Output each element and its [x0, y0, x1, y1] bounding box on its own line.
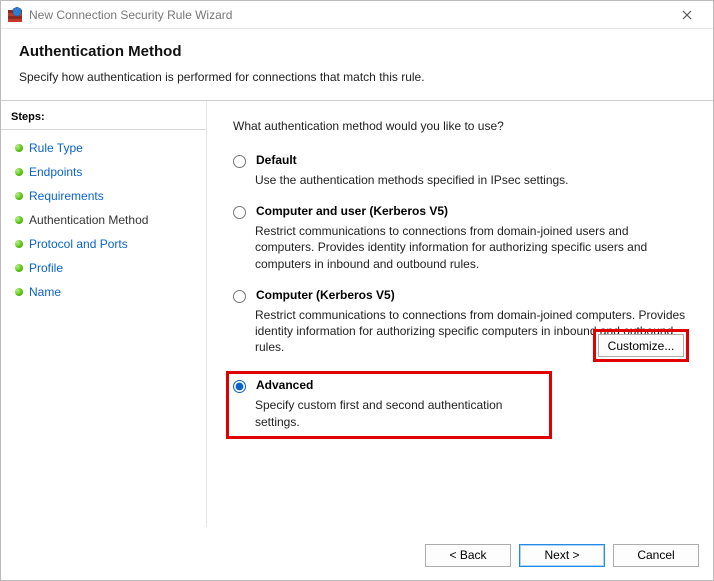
titlebar: New Connection Security Rule Wizard — [1, 1, 713, 29]
option-advanced: Advanced Specify custom first and second… — [226, 371, 552, 438]
radio-computer-user[interactable] — [233, 206, 246, 219]
bullet-icon — [15, 144, 23, 152]
step-authentication-method[interactable]: Authentication Method — [1, 208, 206, 232]
option-default-row[interactable]: Default — [233, 153, 695, 168]
page-title: Authentication Method — [19, 43, 695, 60]
step-label: Protocol and Ports — [29, 237, 128, 251]
bullet-icon — [15, 288, 23, 296]
option-default-desc: Use the authentication methods specified… — [255, 172, 675, 188]
step-rule-type[interactable]: Rule Type — [1, 136, 206, 160]
step-name[interactable]: Name — [1, 280, 206, 304]
option-cu-desc: Restrict communications to connections f… — [255, 223, 675, 272]
step-requirements[interactable]: Requirements — [1, 184, 206, 208]
option-computer-user: Computer and user (Kerberos V5) Restrict… — [233, 204, 695, 272]
radio-computer[interactable] — [233, 290, 246, 303]
bullet-icon — [15, 264, 23, 272]
option-adv-desc: Specify custom first and second authenti… — [255, 397, 543, 429]
bullet-icon — [15, 216, 23, 224]
radio-advanced[interactable] — [233, 380, 246, 393]
step-label: Profile — [29, 261, 63, 275]
step-profile[interactable]: Profile — [1, 256, 206, 280]
wizard-main: What authentication method would you lik… — [207, 101, 713, 527]
wizard-footer: < Back Next > Cancel — [1, 530, 713, 580]
window-title: New Connection Security Rule Wizard — [29, 8, 667, 22]
option-comp-row[interactable]: Computer (Kerberos V5) — [233, 288, 695, 303]
option-cu-label: Computer and user (Kerberos V5) — [256, 204, 448, 218]
next-button[interactable]: Next > — [519, 544, 605, 567]
customize-highlight: Customize... — [593, 329, 689, 362]
option-adv-row[interactable]: Advanced — [233, 378, 543, 393]
steps-label: Steps: — [1, 107, 206, 130]
option-adv-label: Advanced — [256, 378, 313, 392]
firewall-icon — [7, 7, 23, 23]
back-button[interactable]: < Back — [425, 544, 511, 567]
radio-default[interactable] — [233, 155, 246, 168]
bullet-icon — [15, 168, 23, 176]
bullet-icon — [15, 240, 23, 248]
option-default-label: Default — [256, 153, 297, 167]
steps-sidebar: Steps: Rule Type Endpoints Requirements … — [1, 101, 207, 527]
main-prompt: What authentication method would you lik… — [233, 119, 695, 133]
option-comp-label: Computer (Kerberos V5) — [256, 288, 395, 302]
wizard-header: Authentication Method Specify how authen… — [1, 29, 713, 100]
step-endpoints[interactable]: Endpoints — [1, 160, 206, 184]
customize-button[interactable]: Customize... — [598, 334, 684, 357]
option-default: Default Use the authentication methods s… — [233, 153, 695, 188]
step-label: Authentication Method — [29, 213, 148, 227]
option-cu-row[interactable]: Computer and user (Kerberos V5) — [233, 204, 695, 219]
page-subtitle: Specify how authentication is performed … — [19, 70, 695, 84]
step-protocol-and-ports[interactable]: Protocol and Ports — [1, 232, 206, 256]
close-button[interactable] — [667, 1, 707, 29]
step-label: Endpoints — [29, 165, 82, 179]
step-label: Rule Type — [29, 141, 83, 155]
step-label: Requirements — [29, 189, 104, 203]
bullet-icon — [15, 192, 23, 200]
cancel-button[interactable]: Cancel — [613, 544, 699, 567]
step-label: Name — [29, 285, 61, 299]
